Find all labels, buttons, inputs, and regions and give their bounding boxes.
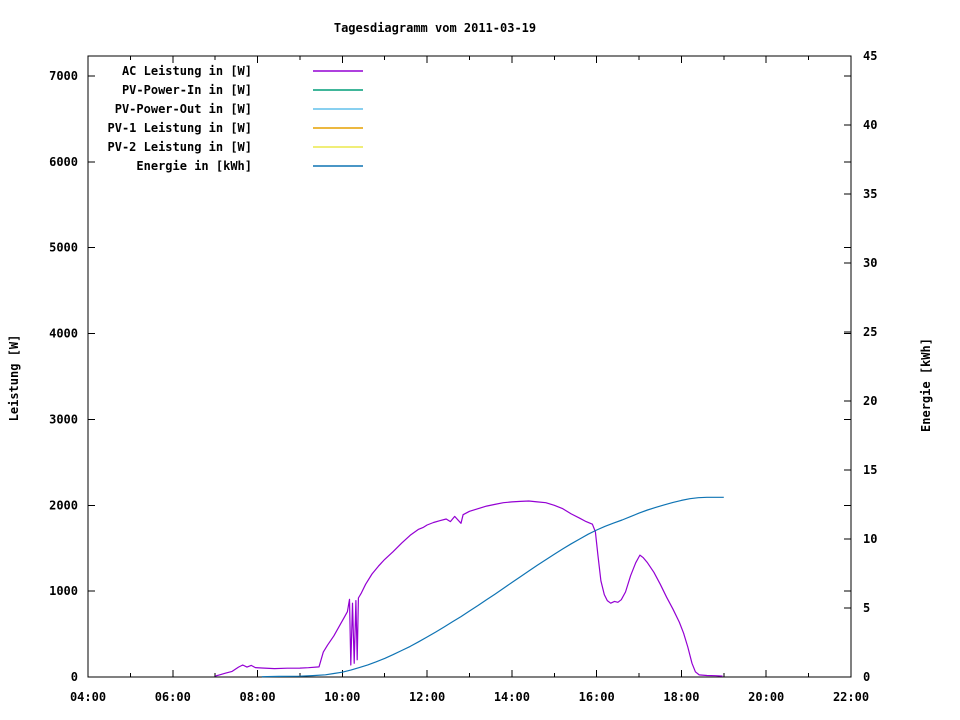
y1-tick-label: 2000: [49, 498, 78, 512]
chart-canvas: Tagesdiagramm vom 2011-03-19 Leistung [W…: [0, 0, 960, 720]
y2-tick-label: 20: [863, 394, 877, 408]
x-tick-label: 08:00: [239, 690, 275, 704]
y1-tick-label: 0: [71, 670, 78, 684]
legend-label-5: PV-2 Leistung in [W]: [108, 140, 253, 154]
y1-tick-label: 5000: [49, 241, 78, 255]
plot-area: 04:00 06:00 08:00 10:00 12:00 14:00 16:00 18:00…: [49, 49, 877, 704]
y2-tick-label: 0: [863, 670, 870, 684]
x-tick-label: 06:00: [155, 690, 191, 704]
chart-title: Tagesdiagramm vom 2011-03-19: [334, 21, 536, 35]
y2-tick-label: 5: [863, 601, 870, 615]
y2-tick-label: 30: [863, 256, 877, 270]
legend-label-1: AC Leistung in [W]: [122, 64, 252, 78]
legend-label-3: PV-Power-Out in [W]: [115, 102, 252, 116]
series-line-6: [261, 496, 724, 678]
y1-axis-title: Leistung [W]: [7, 335, 21, 422]
y1-tick-label: 6000: [49, 155, 78, 169]
x-tick-label: 16:00: [579, 690, 615, 704]
x-tick-label: 20:00: [748, 690, 784, 704]
x-tick-label: 04:00: [70, 690, 106, 704]
x-tick-label: 12:00: [409, 690, 445, 704]
y2-tick-label: 35: [863, 187, 877, 201]
legend-label-6: Energie in [kWh]: [136, 159, 252, 173]
legend-label-4: PV-1 Leistung in [W]: [108, 121, 253, 135]
y1-tick-label: 1000: [49, 584, 78, 598]
y2-tick-label: 45: [863, 49, 877, 63]
x-tick-label: 14:00: [494, 690, 530, 704]
y2-axis-title: Energie [kWh]: [919, 338, 933, 432]
x-tick-label: 10:00: [324, 690, 360, 704]
y2-tick-label: 10: [863, 532, 877, 546]
x-tick-label: 22:00: [833, 690, 869, 704]
y1-tick-label: 3000: [49, 412, 78, 426]
legend-label-2: PV-Power-In in [W]: [122, 83, 252, 97]
y2-tick-label: 40: [863, 118, 877, 132]
y2-tick-label: 25: [863, 325, 877, 339]
y1-tick-label: 4000: [49, 327, 78, 341]
y1-tick-label: 7000: [49, 69, 78, 83]
series-line-1: [215, 500, 723, 677]
y2-tick-label: 15: [863, 463, 877, 477]
x-tick-label: 18:00: [663, 690, 699, 704]
tagesdiagramm-chart: Tagesdiagramm vom 2011-03-19 Leistung [W…: [7, 21, 933, 704]
